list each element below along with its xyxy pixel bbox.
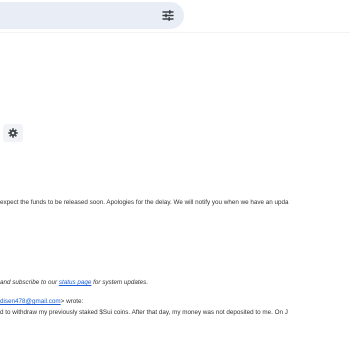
subscribe-suffix: for system updates. bbox=[91, 279, 149, 286]
message-body-line: expect the funds to be released soon. Ap… bbox=[0, 199, 289, 206]
quoted-message-line: d to withdraw my previously staked $Sui … bbox=[0, 309, 288, 316]
email-view: expect the funds to be released soon. Ap… bbox=[0, 0, 350, 350]
quote-email-link[interactable]: disen478@gmail.com bbox=[0, 298, 61, 305]
quote-header: disen478@gmail.com> wrote: bbox=[0, 298, 83, 306]
gear-icon bbox=[8, 128, 18, 138]
subscribe-prefix: and subscribe to our bbox=[0, 279, 59, 286]
quote-wrote-label: > wrote: bbox=[60, 298, 84, 305]
signature-line: and subscribe to our status page for sys… bbox=[0, 279, 148, 287]
header-divider bbox=[0, 32, 350, 33]
search-options-button[interactable] bbox=[157, 5, 179, 25]
status-page-link[interactable]: status page bbox=[59, 279, 92, 286]
settings-button[interactable] bbox=[3, 124, 23, 142]
tune-icon bbox=[162, 9, 174, 21]
